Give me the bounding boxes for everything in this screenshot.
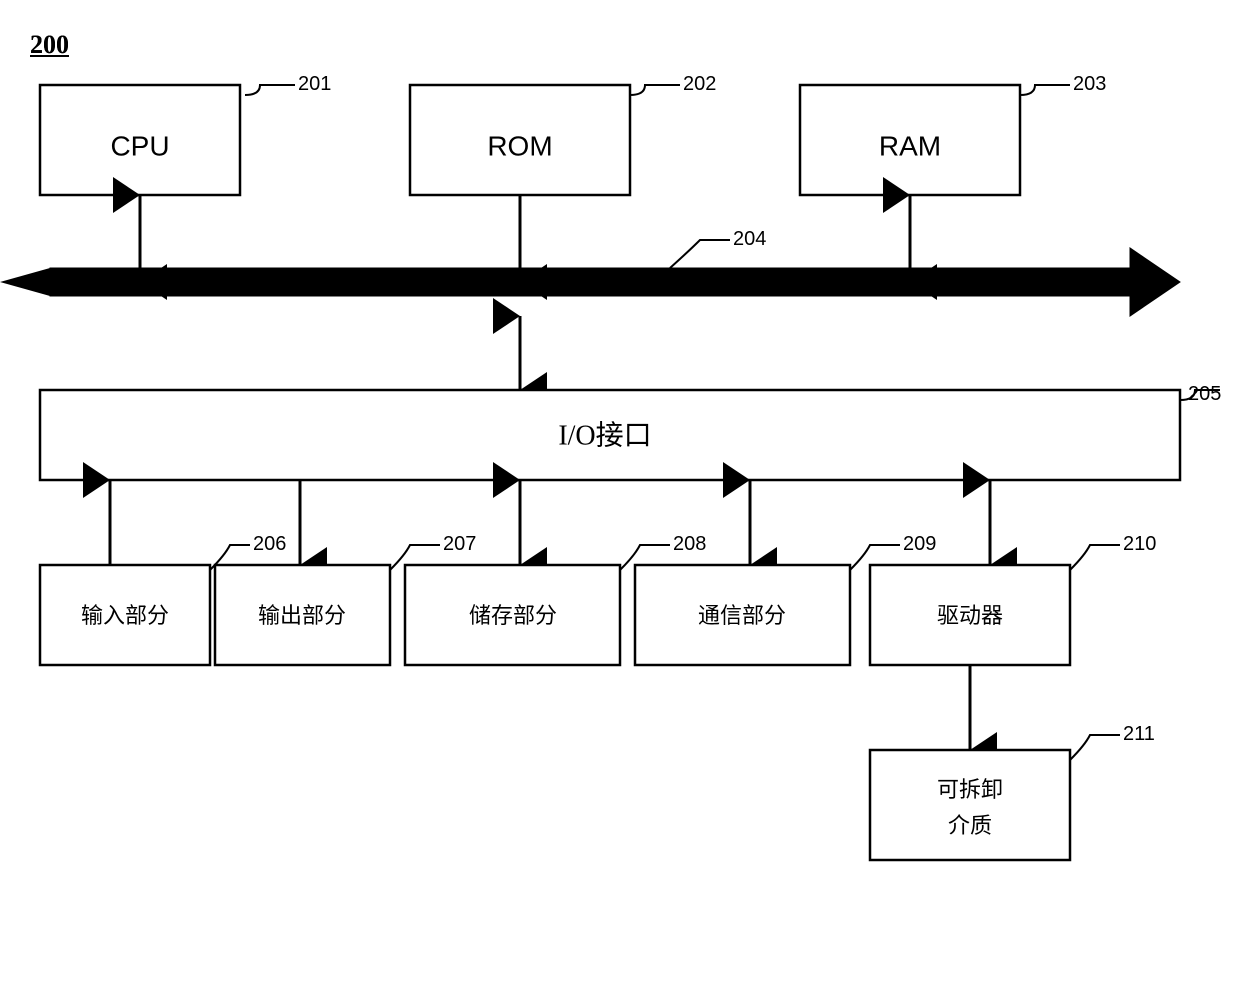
removable-line1: 可拆卸 [937, 777, 1003, 802]
ref-202: 202 [683, 73, 716, 95]
ref-210: 210 [1123, 533, 1156, 555]
ref-203: 203 [1073, 73, 1106, 95]
comm-label: 通信部分 [698, 603, 786, 628]
input-label: 输入部分 [81, 603, 169, 628]
driver-label: 驱动器 [937, 603, 1003, 628]
ref-207: 207 [443, 533, 476, 555]
storage-label: 储存部分 [469, 603, 557, 628]
ram-label: RAM [879, 130, 941, 161]
diagram-title: 200 [30, 30, 69, 60]
ref-204: 204 [733, 228, 766, 250]
removable-line2: 介质 [948, 813, 992, 838]
ref-206: 206 [253, 533, 286, 555]
ref-205: 205 [1188, 383, 1221, 405]
cpu-label: CPU [110, 130, 169, 161]
ref-201: 201 [298, 73, 331, 95]
ref-211: 211 [1123, 723, 1155, 745]
output-label: 输出部分 [258, 603, 346, 628]
rom-label: ROM [487, 130, 552, 161]
ref-208: 208 [673, 533, 706, 555]
diagram: 200 CPU ROM RAM 201 202 203 [30, 30, 1210, 980]
ref-209: 209 [903, 533, 936, 555]
io-label: I/O接口 [558, 419, 651, 451]
